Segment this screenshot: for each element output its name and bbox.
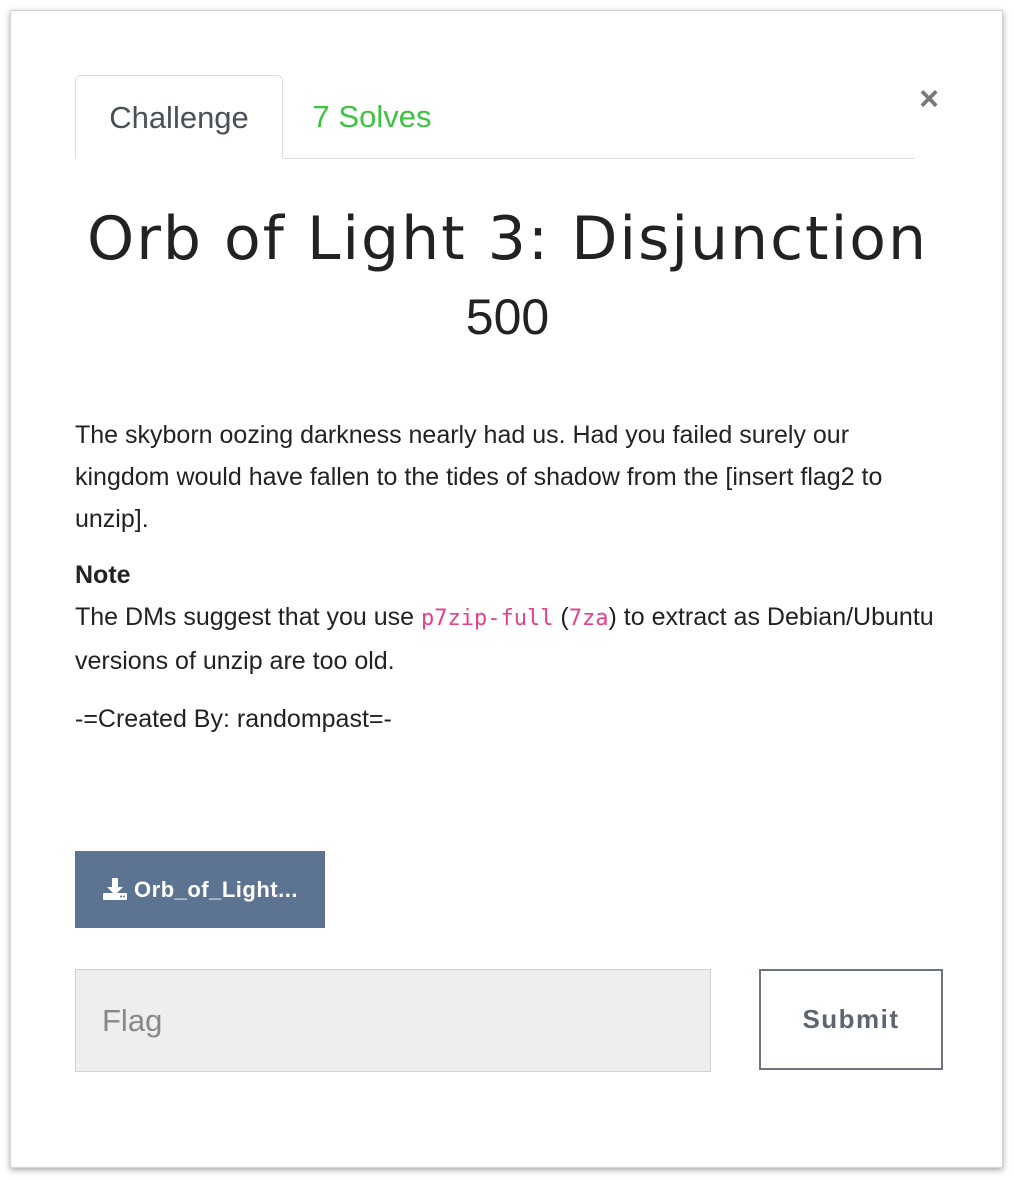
challenge-modal: × Challenge 7 Solves Orb of Light 3: Dis… xyxy=(10,10,1003,1168)
tab-challenge[interactable]: Challenge xyxy=(75,75,283,159)
tab-solves[interactable]: 7 Solves xyxy=(293,75,451,158)
flag-input[interactable] xyxy=(75,969,711,1072)
code-p7zip-full: p7zip-full xyxy=(421,606,554,631)
description-intro: The skyborn oozing darkness nearly had u… xyxy=(75,421,883,533)
challenge-title: Orb of Light 3: Disjunction xyxy=(86,204,928,274)
challenge-description: The skyborn oozing darkness nearly had u… xyxy=(75,414,945,740)
note-text-prefix: The DMs suggest that you use xyxy=(75,603,422,631)
note-text-paren: ( xyxy=(553,603,569,631)
submit-button[interactable]: Submit xyxy=(759,969,943,1070)
close-icon[interactable]: × xyxy=(915,81,943,117)
note-heading: Note xyxy=(75,561,131,589)
author-credit: -=Created By: randompast=- xyxy=(75,705,392,733)
file-download-button[interactable]: Orb_of_Light... xyxy=(75,851,325,928)
tab-bar: Challenge 7 Solves xyxy=(75,75,915,159)
code-7za: 7za xyxy=(568,606,609,631)
download-icon xyxy=(103,878,128,901)
file-download-label: Orb_of_Light... xyxy=(134,877,298,902)
challenge-points: 500 xyxy=(465,289,550,345)
